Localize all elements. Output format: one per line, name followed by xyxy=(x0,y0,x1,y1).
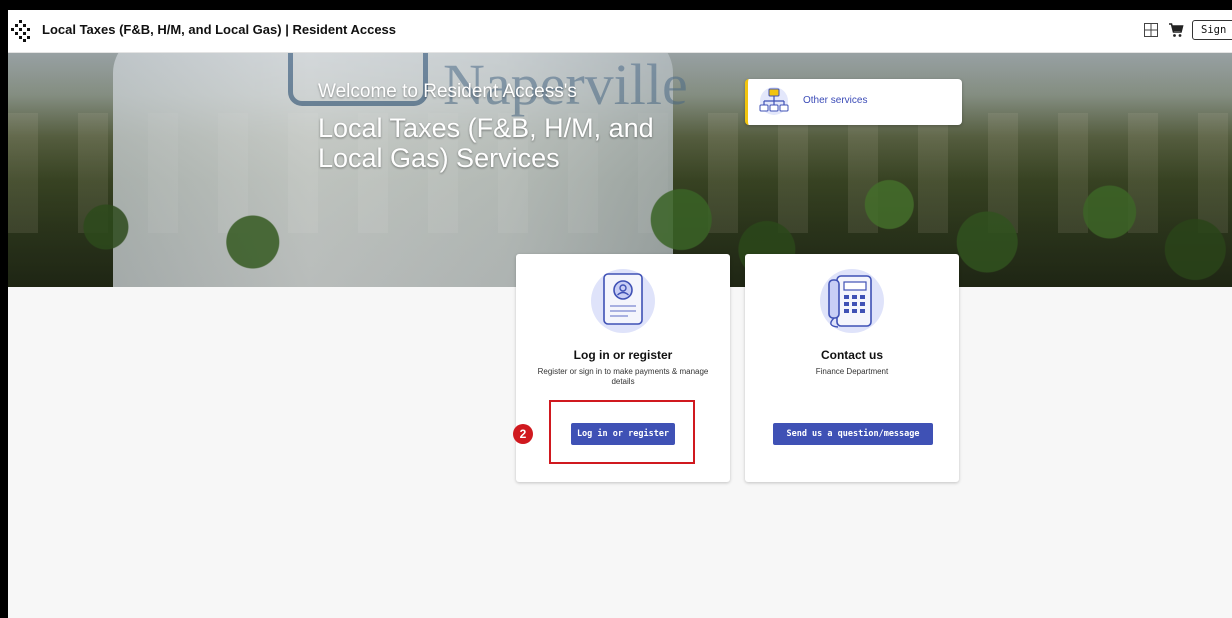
app-frame: Local Taxes (F&B, H/M, and Local Gas) | … xyxy=(8,10,1232,618)
annotation-highlight-box xyxy=(549,400,695,464)
contact-card-description: Finance Department xyxy=(815,367,889,376)
top-bar: Local Taxes (F&B, H/M, and Local Gas) | … xyxy=(8,10,1232,53)
contact-card: Contact us Finance Department Send us a … xyxy=(745,254,959,482)
hero-title: Local Taxes (F&B, H/M, and Local Gas) Se… xyxy=(318,113,654,173)
annotation-step-badge: 2 xyxy=(513,424,533,444)
sitemap-icon xyxy=(759,87,789,115)
send-message-button[interactable]: Send us a question/message xyxy=(773,423,933,445)
site-logo-icon[interactable] xyxy=(10,19,32,43)
grid-icon[interactable] xyxy=(1144,23,1158,37)
cart-icon[interactable] xyxy=(1168,22,1184,38)
id-badge-icon xyxy=(591,269,655,333)
app-title: Local Taxes (F&B, H/M, and Local Gas) | … xyxy=(42,22,397,37)
other-services-link[interactable]: Other services xyxy=(803,95,867,106)
login-card-description: Register or sign in to make payments & m… xyxy=(537,367,709,386)
other-services-card[interactable]: Other services xyxy=(745,79,962,125)
hero-banner: Naperville Welcome to Resident Access's … xyxy=(8,53,1232,287)
desk-phone-icon xyxy=(820,269,884,333)
hero-welcome: Welcome to Resident Access's xyxy=(318,81,577,102)
sign-in-button[interactable]: Sign In xyxy=(1192,20,1232,40)
contact-card-title: Contact us xyxy=(820,348,883,362)
login-card-title: Log in or register xyxy=(573,348,673,362)
